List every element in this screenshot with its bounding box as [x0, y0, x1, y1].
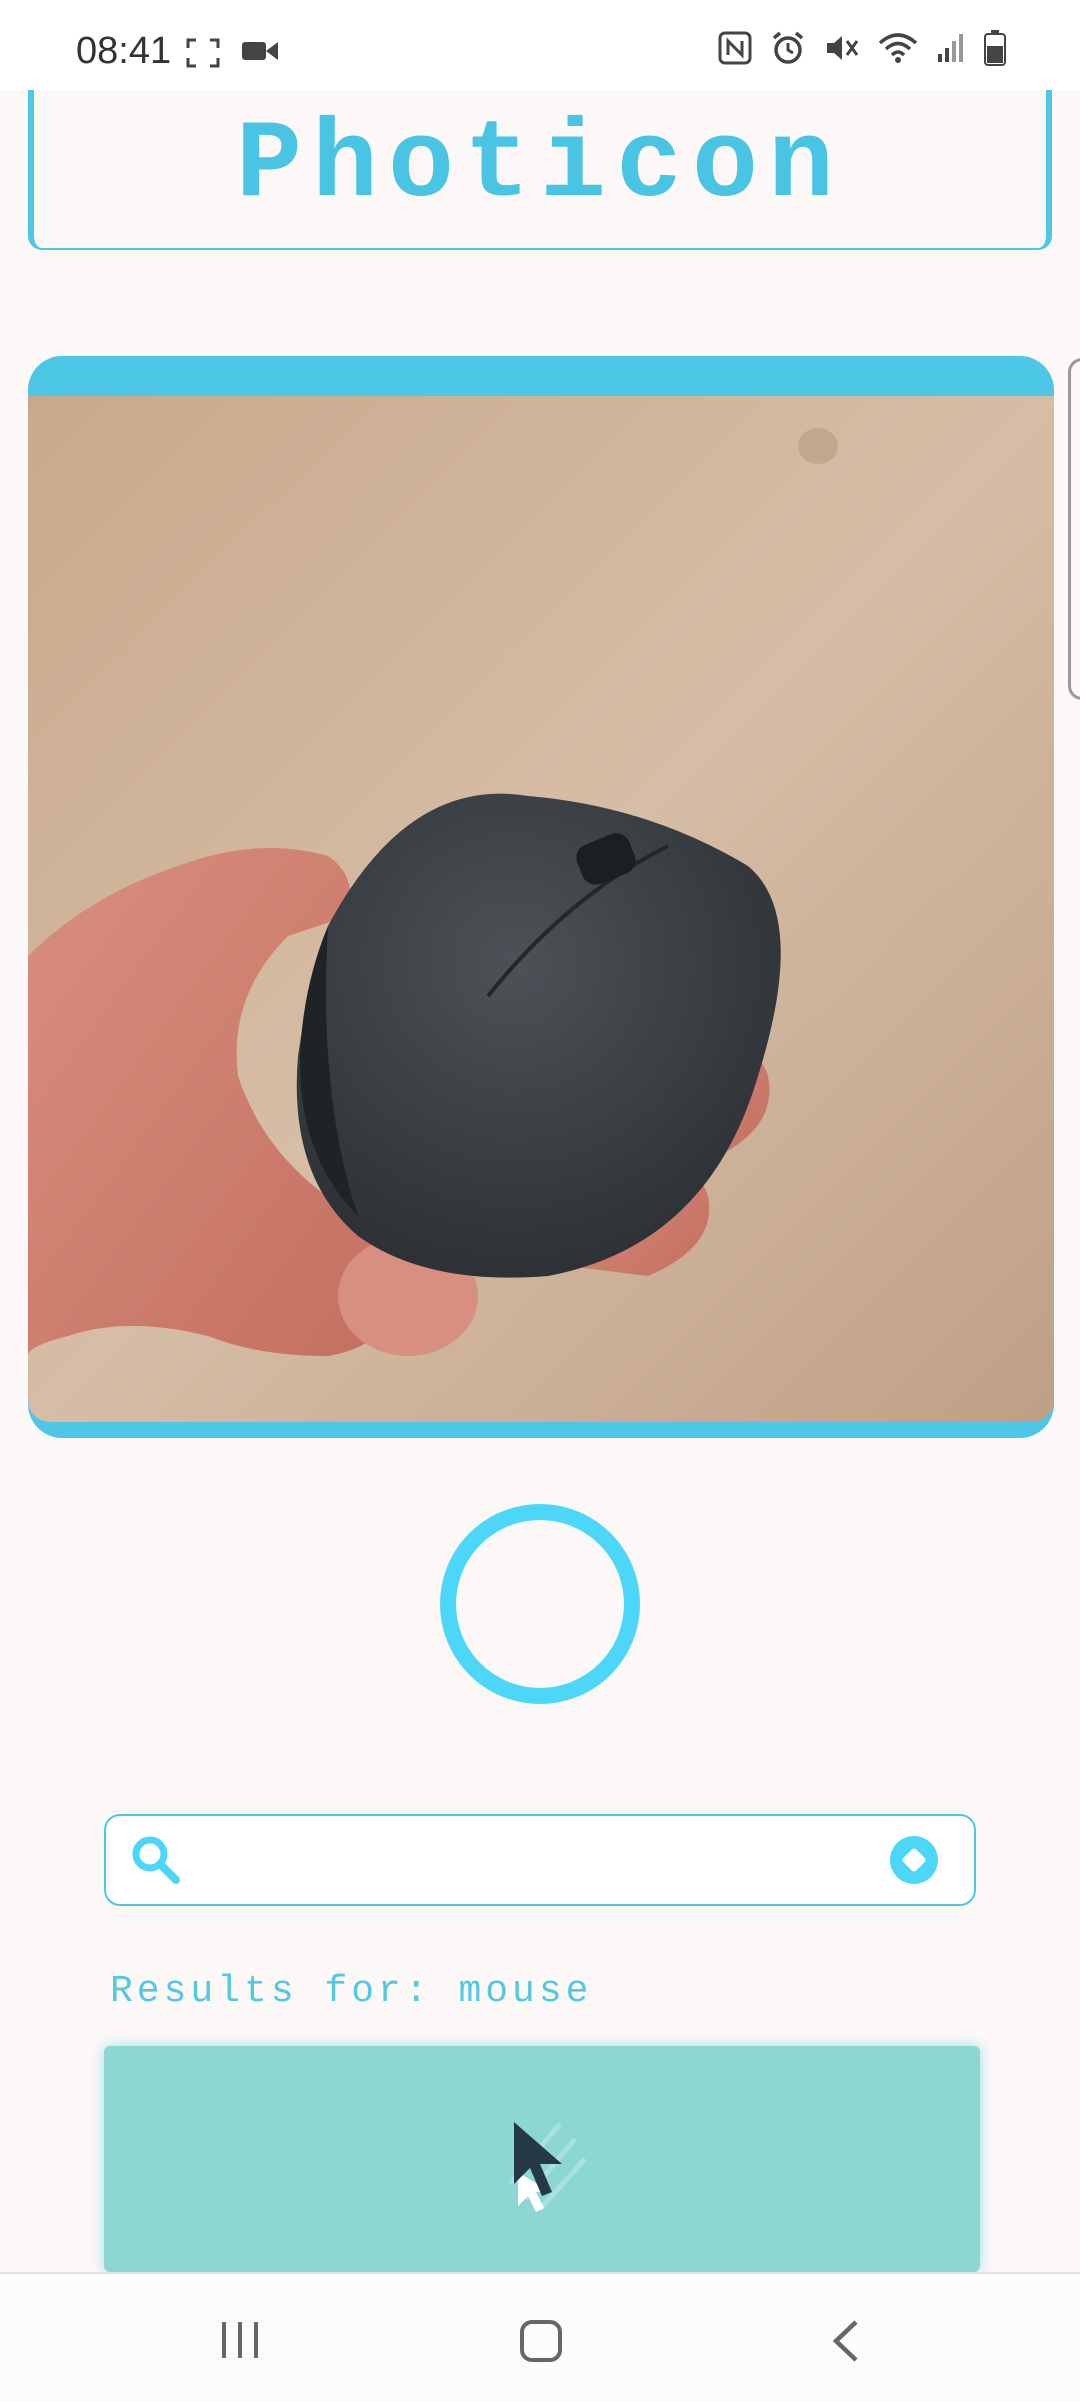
search-bar[interactable] [104, 1814, 976, 1906]
search-icon[interactable] [128, 1832, 184, 1888]
camera-preview-card [28, 356, 1054, 1438]
mouse-pointer-icon [508, 2122, 587, 2212]
video-camera-icon [242, 42, 278, 60]
wifi-icon [878, 33, 918, 63]
nfc-icon [718, 31, 752, 65]
battery-icon [984, 30, 1006, 66]
clear-search-icon[interactable] [888, 1834, 940, 1886]
screenshot-frame-icon [186, 38, 220, 68]
camera-preview-image [28, 396, 1054, 1422]
app-title: Photicon [235, 103, 845, 229]
result-card[interactable] [104, 2046, 980, 2272]
capture-button[interactable] [440, 1504, 640, 1704]
back-icon[interactable] [826, 2318, 866, 2364]
status-time: 08:41 [76, 30, 172, 72]
app-header: Photicon [28, 90, 1052, 250]
home-icon[interactable] [518, 2318, 564, 2364]
search-input[interactable] [202, 1830, 866, 1892]
recent-apps-icon[interactable] [218, 2318, 262, 2362]
results-heading: Results for: mouse [110, 1970, 593, 2013]
mute-icon [827, 36, 859, 60]
alarm-icon [772, 31, 804, 64]
status-bar: 08:41 [0, 0, 1080, 90]
edge-panel-handle[interactable] [1068, 358, 1080, 700]
signal-icon [938, 34, 963, 62]
navigation-bar [0, 2272, 1080, 2402]
